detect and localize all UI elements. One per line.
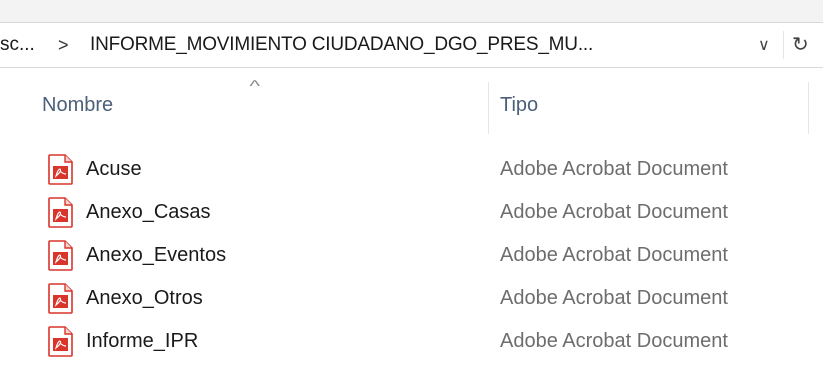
list-item[interactable]: Informe_IPR Adobe Acrobat Document [0,320,823,363]
file-name: Acuse [86,158,142,180]
list-item[interactable]: Anexo_Otros Adobe Acrobat Document [0,277,823,320]
refresh-icon[interactable]: ↻ [792,23,809,67]
breadcrumb-overflow[interactable]: sc... [0,23,35,67]
file-type: Adobe Acrobat Document [500,201,728,223]
file-list: Acuse Adobe Acrobat Document Anexo_Casas… [0,148,823,363]
file-type: Adobe Acrobat Document [500,244,728,266]
pdf-icon [48,197,73,228]
file-name: Anexo_Casas [86,201,211,223]
pdf-icon [48,154,73,185]
file-name: Informe_IPR [86,330,199,352]
file-type: Adobe Acrobat Document [500,287,728,309]
column-divider[interactable] [488,82,489,134]
list-item[interactable]: Acuse Adobe Acrobat Document [0,148,823,191]
pdf-icon [48,240,73,271]
column-divider[interactable] [808,82,809,134]
pdf-icon [48,326,73,357]
chevron-down-icon[interactable]: ∨ [758,23,770,67]
list-item[interactable]: Anexo_Eventos Adobe Acrobat Document [0,234,823,277]
address-bar[interactable]: sc... > INFORME_MOVIMIENTO CIUDADANO_DGO… [0,22,823,68]
file-type: Adobe Acrobat Document [500,158,728,180]
pdf-icon [48,283,73,314]
column-header-row: ^ Nombre Tipo [0,68,823,134]
window-top-strip [0,0,823,22]
column-header-name[interactable]: Nombre [42,94,113,117]
breadcrumb-current-folder[interactable]: INFORME_MOVIMIENTO CIUDADANO_DGO_PRES_MU… [90,23,593,67]
file-name: Anexo_Otros [86,287,203,309]
breadcrumb-chevron-icon[interactable]: > [58,23,69,67]
column-header-type[interactable]: Tipo [500,94,538,117]
divider [783,31,784,59]
file-type: Adobe Acrobat Document [500,330,728,352]
file-name: Anexo_Eventos [86,244,227,266]
sort-ascending-icon: ^ [249,78,261,95]
list-item[interactable]: Anexo_Casas Adobe Acrobat Document [0,191,823,234]
